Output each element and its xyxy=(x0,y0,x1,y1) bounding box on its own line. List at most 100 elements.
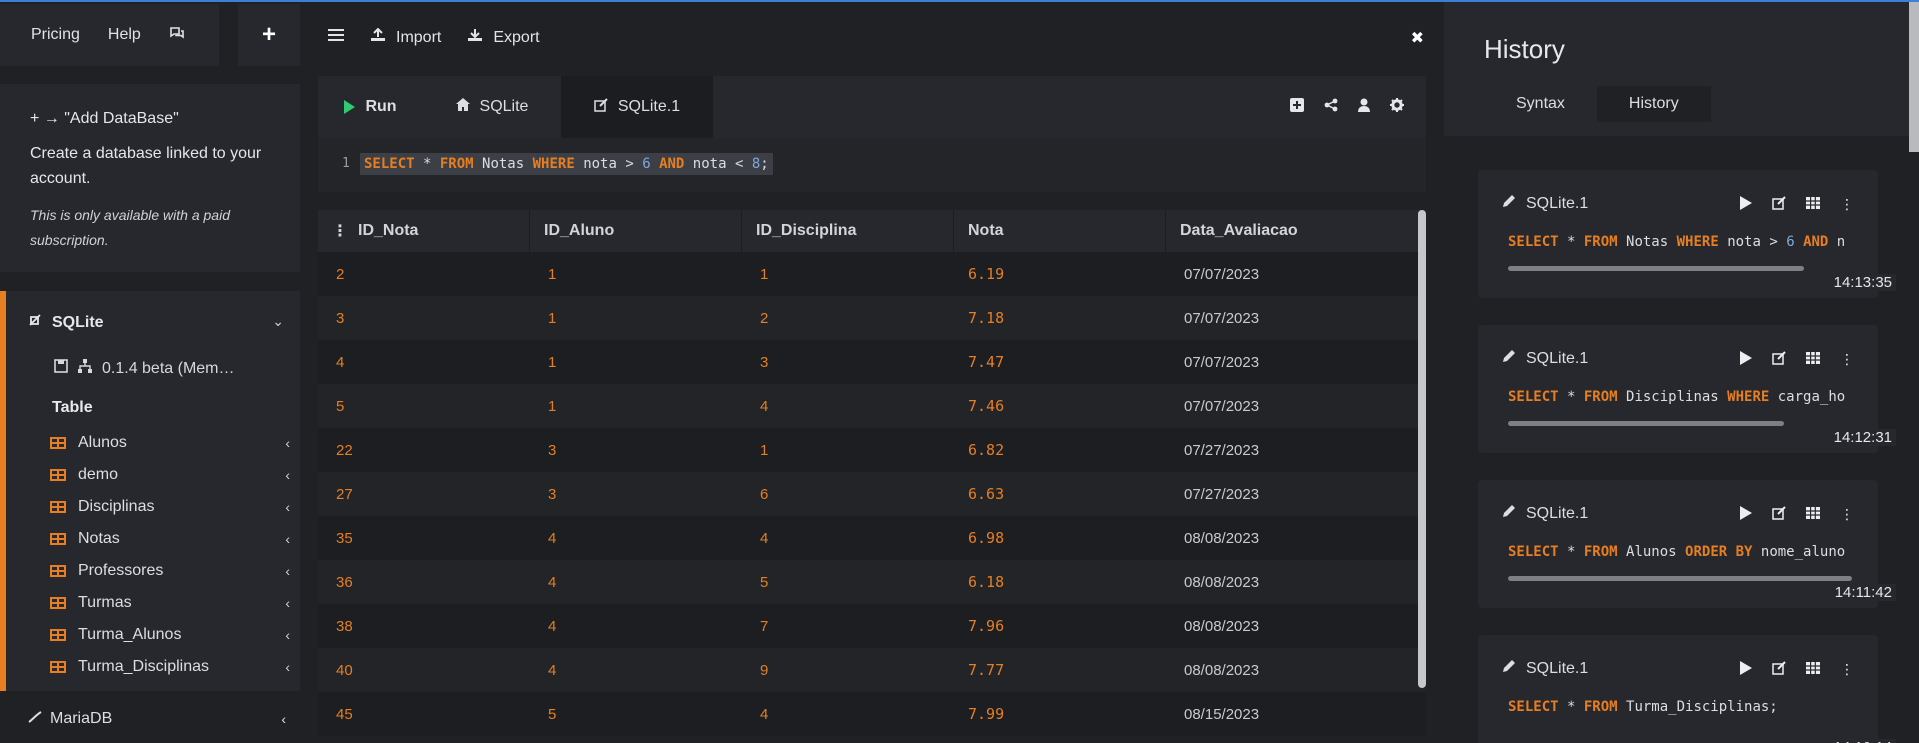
chat-icon[interactable] xyxy=(169,26,185,45)
add-database-button[interactable]: + xyxy=(238,4,300,66)
tab-sqlite-1[interactable]: SQLite.1 xyxy=(561,76,713,138)
table-cell[interactable]: 7.99 xyxy=(954,692,1166,736)
table-row[interactable]: 27 3 6 6.63 07/27/2023 xyxy=(318,472,1426,516)
share-icon[interactable] xyxy=(1324,98,1338,116)
sidebar-table-item[interactable]: Notas ‹ xyxy=(50,523,290,555)
table-cell[interactable]: 2 xyxy=(742,296,954,340)
table-cell[interactable]: 4 xyxy=(742,692,954,736)
table-cell[interactable]: 07/27/2023 xyxy=(1166,428,1426,472)
history-item[interactable]: SQLite.1 ⋮ SELECT * FROM Turma_Disciplinas… xyxy=(1478,635,1896,743)
table-cell[interactable]: 4 xyxy=(742,384,954,428)
table-cell[interactable]: 1 xyxy=(530,252,742,296)
table-cell[interactable]: 7.46 xyxy=(954,384,1166,428)
table-cell[interactable]: 6.18 xyxy=(954,560,1166,604)
table-cell[interactable]: 08/08/2023 xyxy=(1166,560,1426,604)
table-cell[interactable]: 3 xyxy=(318,296,530,340)
table-cell[interactable]: 6.98 xyxy=(954,516,1166,560)
export-button[interactable]: Export xyxy=(467,28,540,47)
sqlite-db-header[interactable]: SQLite xyxy=(28,313,104,332)
table-row[interactable]: 38 4 7 7.96 08/08/2023 xyxy=(318,604,1426,648)
table-cell[interactable]: 3 xyxy=(530,472,742,516)
table-row[interactable]: 40 4 9 7.77 08/08/2023 xyxy=(318,648,1426,692)
tab-history[interactable]: History xyxy=(1596,86,1711,122)
table-cell[interactable]: 27 xyxy=(318,472,530,516)
gear-icon[interactable] xyxy=(1390,98,1404,116)
table-cell[interactable]: 1 xyxy=(742,428,954,472)
chevron-left-icon[interactable]: ‹ xyxy=(285,563,290,579)
chevron-left-icon[interactable]: ‹ xyxy=(285,531,290,547)
play-icon[interactable] xyxy=(1740,661,1752,678)
play-icon[interactable] xyxy=(1740,196,1752,213)
history-scroll-bar[interactable] xyxy=(1508,421,1784,426)
table-cell[interactable]: 6 xyxy=(742,472,954,516)
table-cell[interactable]: 9 xyxy=(742,648,954,692)
history-scrollbar[interactable] xyxy=(1909,2,1919,152)
sidebar-table-item[interactable]: Turmas ‹ xyxy=(50,587,290,619)
mariadb-database[interactable]: MariaDB ‹ xyxy=(28,710,290,728)
more-vertical-icon[interactable]: ⋮ xyxy=(1840,196,1854,213)
chevron-left-icon[interactable]: ‹ xyxy=(285,467,290,483)
chevron-left-icon[interactable]: ‹ xyxy=(285,659,290,675)
table-cell[interactable]: 45 xyxy=(318,692,530,736)
column-header-id-disciplina[interactable]: ID_Disciplina xyxy=(742,210,954,252)
table-cell[interactable]: 07/07/2023 xyxy=(1166,384,1426,428)
menu-icon[interactable] xyxy=(328,28,344,47)
chevron-left-icon[interactable]: ‹ xyxy=(281,711,286,727)
table-cell[interactable]: 08/15/2023 xyxy=(1166,692,1426,736)
table-icon[interactable] xyxy=(1806,661,1820,678)
more-vertical-icon[interactable]: ⋮ xyxy=(1840,661,1854,678)
sitemap-icon[interactable] xyxy=(78,359,92,378)
chevron-left-icon[interactable]: ‹ xyxy=(285,595,290,611)
table-row[interactable]: 4 1 3 7.47 07/07/2023 xyxy=(318,340,1426,384)
table-cell[interactable]: 6.82 xyxy=(954,428,1166,472)
chevron-down-icon[interactable]: ⌄ xyxy=(272,313,284,330)
table-cell[interactable]: 22 xyxy=(318,428,530,472)
table-cell[interactable]: 4 xyxy=(530,560,742,604)
table-row[interactable]: 22 3 1 6.82 07/27/2023 xyxy=(318,428,1426,472)
history-item[interactable]: SQLite.1 ⋮ SELECT * FROM Disciplinas WHERE… xyxy=(1478,325,1896,453)
table-row[interactable]: 35 4 4 6.98 08/08/2023 xyxy=(318,516,1426,560)
table-cell[interactable]: 6.63 xyxy=(954,472,1166,516)
table-cell[interactable]: 5 xyxy=(530,692,742,736)
chevron-left-icon[interactable]: ‹ xyxy=(285,627,290,643)
table-cell[interactable]: 1 xyxy=(530,384,742,428)
plus-square-icon[interactable] xyxy=(1290,98,1304,116)
sidebar-table-item[interactable]: Disciplinas ‹ xyxy=(50,491,290,523)
user-icon[interactable] xyxy=(1358,98,1370,116)
play-icon[interactable] xyxy=(1740,506,1752,523)
column-header-data-avaliacao[interactable]: Data_Avaliacao xyxy=(1166,210,1426,252)
table-cell[interactable]: 40 xyxy=(318,648,530,692)
column-header-id-nota[interactable]: ⋮ ID_Nota xyxy=(318,210,530,252)
table-cell[interactable]: 3 xyxy=(530,428,742,472)
history-scroll-bar[interactable] xyxy=(1508,576,1852,581)
table-cell[interactable]: 6.19 xyxy=(954,252,1166,296)
table-cell[interactable]: 5 xyxy=(742,560,954,604)
chevron-left-icon[interactable]: ‹ xyxy=(285,499,290,515)
column-menu-icon[interactable]: ⋮ xyxy=(332,221,348,241)
import-button[interactable]: Import xyxy=(370,27,441,47)
table-row[interactable]: 2 1 1 6.19 07/07/2023 xyxy=(318,252,1426,296)
table-row[interactable]: 3 1 2 7.18 07/07/2023 xyxy=(318,296,1426,340)
table-cell[interactable]: 1 xyxy=(742,252,954,296)
table-icon[interactable] xyxy=(1806,196,1820,213)
table-cell[interactable]: 4 xyxy=(530,604,742,648)
tab-syntax[interactable]: Syntax xyxy=(1484,86,1597,122)
sql-editor[interactable]: 1 SELECT * FROM Notas WHERE nota > 6 AND… xyxy=(318,138,1426,192)
grid-scrollbar[interactable] xyxy=(1418,210,1426,688)
pricing-link[interactable]: Pricing xyxy=(31,26,80,44)
play-icon[interactable] xyxy=(1740,351,1752,368)
table-cell[interactable]: 08/08/2023 xyxy=(1166,604,1426,648)
table-row[interactable]: 36 4 5 6.18 08/08/2023 xyxy=(318,560,1426,604)
table-cell[interactable]: 7.96 xyxy=(954,604,1166,648)
column-header-nota[interactable]: Nota xyxy=(954,210,1166,252)
table-cell[interactable]: 4 xyxy=(530,516,742,560)
table-row[interactable]: 45 5 4 7.99 08/15/2023 xyxy=(318,692,1426,736)
table-cell[interactable]: 1 xyxy=(530,340,742,384)
edit-icon[interactable] xyxy=(1772,196,1786,213)
more-vertical-icon[interactable]: ⋮ xyxy=(1840,351,1854,368)
chevron-left-icon[interactable]: ‹ xyxy=(285,435,290,451)
sidebar-table-item[interactable]: Professores ‹ xyxy=(50,555,290,587)
table-cell[interactable]: 08/08/2023 xyxy=(1166,516,1426,560)
table-cell[interactable]: 07/27/2023 xyxy=(1166,472,1426,516)
table-cell[interactable]: 38 xyxy=(318,604,530,648)
